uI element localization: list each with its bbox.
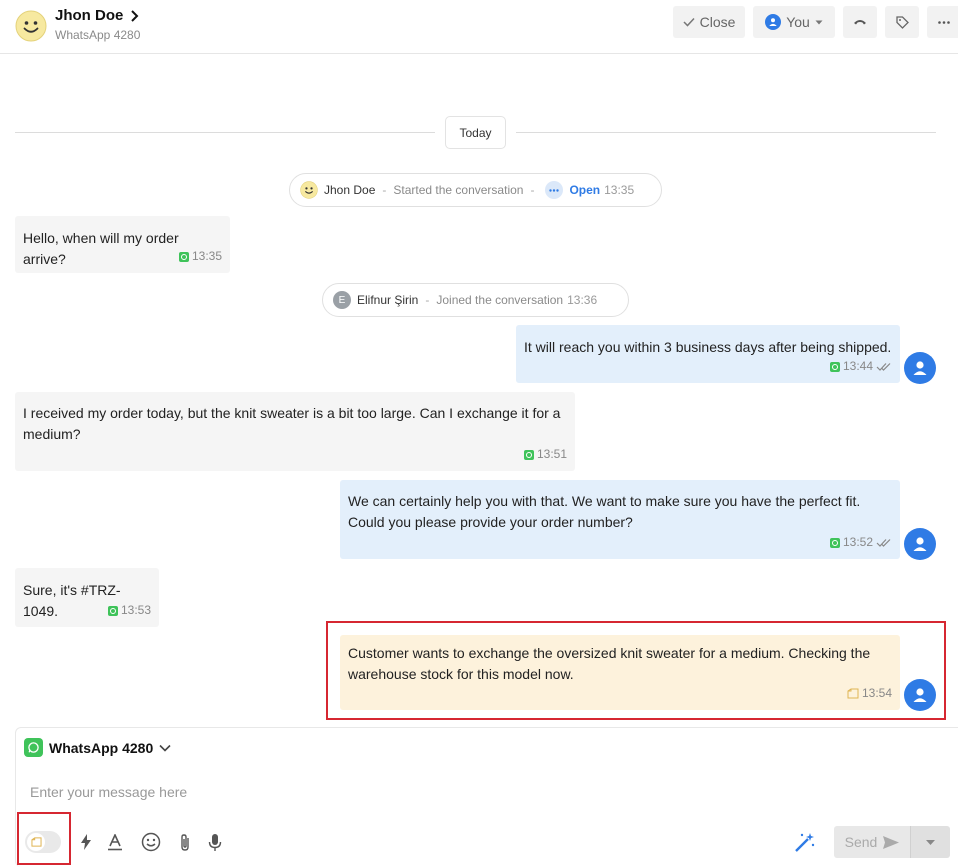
phone-hangup-icon bbox=[854, 20, 866, 25]
message-bubble-incoming: Hello, when will my order arrive? 13:35 bbox=[15, 216, 230, 273]
end-call-button[interactable] bbox=[843, 6, 877, 38]
contact-name-link[interactable]: Jhon Doe bbox=[55, 7, 139, 24]
text-format-button[interactable] bbox=[104, 831, 126, 853]
emoji-icon bbox=[141, 832, 161, 852]
message-input[interactable] bbox=[30, 784, 730, 800]
message-bubble-incoming: I received my order today, but the knit … bbox=[15, 392, 575, 471]
event-action: Started the conversation bbox=[393, 183, 524, 197]
message-time: 13:44 bbox=[842, 359, 873, 373]
message-bubble-outgoing: It will reach you within 3 business days… bbox=[516, 325, 900, 383]
message-meta: 13:51 bbox=[523, 444, 567, 465]
event-started-conversation: Jhon Doe - Started the conversation - Op… bbox=[289, 173, 662, 207]
emoji-button[interactable] bbox=[140, 831, 162, 853]
message-text: We can certainly help you with that. We … bbox=[348, 493, 861, 530]
attach-file-button[interactable] bbox=[174, 831, 196, 853]
event-action: Joined the conversation bbox=[436, 293, 564, 307]
whatsapp-icon bbox=[178, 251, 189, 262]
message-text: I received my order today, but the knit … bbox=[23, 405, 561, 442]
double-check-icon bbox=[876, 363, 891, 371]
message-time: 13:53 bbox=[120, 603, 151, 617]
message-bubble-outgoing: We can certainly help you with that. We … bbox=[340, 480, 900, 559]
channel-selector[interactable]: WhatsApp 4280 bbox=[24, 738, 171, 757]
date-separator: Today bbox=[445, 116, 506, 149]
agent-avatar bbox=[904, 352, 936, 384]
contact-avatar-smile-icon bbox=[300, 181, 318, 199]
whatsapp-icon bbox=[829, 537, 840, 548]
divider-left bbox=[15, 132, 435, 133]
highlight-frame-toggle bbox=[17, 812, 71, 865]
send-arrow-icon bbox=[883, 835, 900, 849]
event-separator: - bbox=[382, 183, 387, 197]
event-actor-name: Jhon Doe bbox=[324, 183, 376, 197]
highlight-frame-note bbox=[326, 621, 946, 720]
event-separator: - bbox=[425, 293, 430, 307]
message-time: 13:35 bbox=[191, 249, 222, 263]
event-time: 13:35 bbox=[604, 183, 635, 197]
whatsapp-icon bbox=[107, 605, 118, 616]
message-meta: 13:52 bbox=[829, 532, 892, 553]
chevron-down-icon bbox=[159, 744, 171, 752]
microphone-icon bbox=[208, 833, 222, 851]
contact-channel: WhatsApp 4280 bbox=[55, 28, 141, 42]
conversation-header: Jhon Doe WhatsApp 4280 Close You bbox=[0, 0, 958, 54]
send-options-dropdown[interactable] bbox=[910, 826, 950, 858]
lightning-icon bbox=[81, 834, 91, 850]
message-text: Hello, when will my order arrive? bbox=[23, 230, 179, 267]
assignee-label: You bbox=[786, 14, 810, 30]
message-bubble-incoming: Sure, it's #TRZ-1049. 13:53 bbox=[15, 568, 159, 627]
caret-down-icon bbox=[926, 839, 935, 845]
contact-avatar-smile-icon bbox=[15, 10, 47, 42]
message-meta: 13:44 bbox=[829, 356, 892, 377]
message-time: 13:51 bbox=[536, 447, 567, 461]
caret-down-icon bbox=[815, 20, 823, 24]
check-icon bbox=[683, 17, 695, 27]
tag-button[interactable] bbox=[885, 6, 919, 38]
more-options-button[interactable] bbox=[927, 6, 958, 38]
divider-right bbox=[516, 132, 936, 133]
send-button[interactable]: Send bbox=[834, 826, 910, 858]
message-meta: 13:35 bbox=[178, 246, 222, 267]
event-status: Open bbox=[569, 183, 601, 197]
magic-wand-icon bbox=[795, 833, 815, 852]
text-format-icon bbox=[108, 833, 122, 850]
send-label: Send bbox=[844, 834, 878, 850]
whatsapp-icon bbox=[523, 449, 534, 460]
whatsapp-icon bbox=[24, 738, 43, 757]
assignee-dropdown[interactable]: You bbox=[753, 6, 835, 38]
message-time: 13:52 bbox=[842, 535, 873, 549]
user-icon bbox=[765, 14, 782, 30]
tag-icon bbox=[895, 15, 909, 29]
contact-name: Jhon Doe bbox=[55, 7, 124, 24]
event-joined-conversation: E Elifnur Şirin - Joined the conversatio… bbox=[322, 283, 629, 317]
message-text: It will reach you within 3 business days… bbox=[524, 339, 892, 355]
close-conversation-button[interactable]: Close bbox=[673, 6, 745, 38]
message-meta: 13:53 bbox=[107, 600, 151, 621]
event-separator: - bbox=[530, 183, 535, 197]
more-horizontal-icon bbox=[938, 20, 950, 24]
paperclip-icon bbox=[181, 833, 189, 851]
user-icon bbox=[913, 537, 927, 551]
chevron-right-icon bbox=[131, 9, 139, 22]
ai-assist-button[interactable] bbox=[794, 831, 816, 853]
close-label: Close bbox=[699, 14, 736, 30]
status-dots-icon bbox=[545, 181, 564, 199]
agent-avatar bbox=[904, 528, 936, 560]
event-actor-name: Elifnur Şirin bbox=[357, 293, 419, 307]
agent-avatar-initial: E bbox=[333, 291, 351, 309]
double-check-icon bbox=[876, 539, 891, 547]
voice-message-button[interactable] bbox=[204, 831, 226, 853]
event-time: 13:36 bbox=[567, 293, 598, 307]
user-icon bbox=[913, 361, 927, 375]
channel-label: WhatsApp 4280 bbox=[49, 739, 154, 756]
whatsapp-icon bbox=[829, 361, 840, 372]
quick-reply-button[interactable] bbox=[75, 831, 97, 853]
message-text: Sure, it's #TRZ-1049. bbox=[23, 582, 121, 619]
